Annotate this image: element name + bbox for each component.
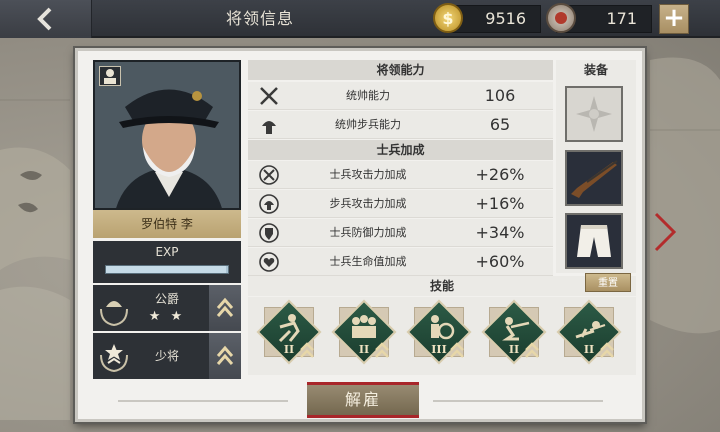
back-button[interactable]	[0, 0, 92, 38]
shield-icon	[259, 223, 279, 243]
general-name: 罗伯特 李	[93, 210, 241, 238]
medal-coin-icon	[546, 3, 576, 33]
double-chevron-up-icon	[216, 297, 234, 317]
skill-level: II	[283, 343, 295, 356]
divider-right	[433, 400, 603, 402]
rank-title-stars: ★ ★	[148, 309, 186, 324]
top-bar: 将领信息 9516 $ 171 +	[0, 0, 720, 38]
shielded-soldier-icon	[431, 315, 455, 340]
skill-item-4[interactable]: II	[479, 299, 549, 371]
star-laurel-icon	[100, 344, 128, 373]
infantry-squad-icon	[352, 315, 376, 338]
skills-list: II II III II II	[248, 297, 636, 375]
equip-slot-uniform[interactable]	[565, 213, 623, 269]
double-chevron-up-icon	[600, 342, 614, 358]
stat-label: 士兵生命值加成	[329, 255, 407, 268]
stat-value: 65	[489, 115, 511, 134]
stat-row-soldier-attack: 士兵攻击力加成 +26%	[248, 161, 553, 189]
heart-icon	[259, 252, 279, 272]
skills-heading: 技能	[248, 276, 636, 296]
stat-label: 统帅能力	[346, 89, 390, 102]
exp-bar	[105, 265, 229, 274]
infantry-attack-icon	[259, 194, 279, 214]
attack-bonus-icon	[259, 165, 279, 185]
general-portrait	[93, 60, 241, 210]
medal-cross-icon	[576, 96, 612, 132]
rank-title-name: 公爵	[154, 292, 179, 306]
rank-military-upgrade-button[interactable]	[209, 333, 241, 379]
exp-bar-fill	[106, 266, 226, 273]
rank-title-upgrade-button[interactable]	[209, 285, 241, 331]
crossed-swords-icon	[260, 87, 278, 105]
stat-row-infantry-attack: 步兵攻击力加成 +16%	[248, 190, 553, 218]
rank-row-title: 公爵 ★ ★	[93, 285, 241, 331]
skill-item-5[interactable]: II	[554, 299, 624, 371]
svg-text:$: $	[442, 9, 453, 28]
skill-item-3[interactable]: III	[404, 299, 474, 371]
skill-item-1[interactable]: II	[254, 299, 324, 371]
stat-value: +60%	[475, 252, 525, 271]
kneeling-rifleman-icon	[502, 317, 530, 341]
double-chevron-up-icon	[525, 342, 539, 358]
stat-label: 统帅步兵能力	[335, 118, 401, 131]
gold-value: 9516	[485, 9, 526, 28]
skill-level: II	[358, 343, 370, 356]
general-info-panel: 罗伯特 李 EXP 公爵 ★ ★ 少将 将领能力 统帅能力 106 统帅步兵能力…	[75, 48, 645, 422]
stat-row-soldier-defense: 士兵防御力加成 +34%	[248, 219, 553, 247]
stat-value: 106	[484, 86, 516, 105]
double-chevron-up-icon	[375, 342, 389, 358]
skill-level: III	[431, 343, 447, 356]
equip-slot-weapon[interactable]	[565, 150, 623, 206]
stat-value: +26%	[475, 165, 525, 184]
skill-level: II	[583, 343, 595, 356]
divider-left	[118, 400, 288, 402]
stat-value: +34%	[475, 223, 525, 242]
next-arrow-icon[interactable]	[652, 210, 678, 254]
exp-label: EXP	[155, 245, 179, 259]
add-currency-button[interactable]: +	[659, 4, 689, 34]
double-chevron-up-icon	[450, 342, 464, 358]
skill-item-2[interactable]: II	[329, 299, 399, 371]
infantry-helmet-icon	[262, 121, 276, 134]
stat-row-infantry-command: 统帅步兵能力 65	[248, 111, 553, 139]
chevron-left-icon	[36, 7, 51, 31]
stat-label: 士兵攻击力加成	[329, 168, 407, 181]
charging-soldier-icon	[278, 314, 300, 343]
rank-row-military: 少将	[93, 333, 241, 379]
equip-slot-medal[interactable]	[565, 86, 623, 142]
double-chevron-up-icon	[216, 345, 234, 365]
skill-level: II	[508, 343, 520, 356]
double-chevron-up-icon	[300, 342, 314, 358]
crawling-soldier-icon	[575, 321, 606, 339]
rifle-icon	[571, 160, 618, 198]
laurel-helmet-icon	[100, 301, 128, 327]
soldier-bonus-heading: 士兵加成	[248, 140, 553, 160]
exp-box: EXP	[93, 241, 241, 283]
rank-military-name: 少将	[154, 349, 179, 363]
equipment-panel: 装备	[556, 60, 636, 273]
page-title: 将领信息	[225, 9, 294, 28]
gold-coin-icon: $	[433, 3, 463, 33]
equipment-heading: 装备	[556, 60, 636, 80]
command-heading: 将领能力	[248, 60, 553, 80]
medal-value: 171	[606, 9, 637, 28]
stat-label: 步兵攻击力加成	[329, 197, 407, 210]
stat-label: 士兵防御力加成	[329, 226, 407, 239]
stat-row-command: 统帅能力 106	[248, 82, 553, 110]
general-type-icon	[99, 66, 121, 86]
stat-value: +16%	[475, 194, 525, 213]
stat-row-soldier-health: 士兵生命值加成 +60%	[248, 248, 553, 276]
dismiss-button[interactable]: 解雇	[307, 382, 419, 418]
trousers-icon	[577, 225, 611, 257]
reset-skills-button[interactable]: 重置	[585, 273, 631, 292]
